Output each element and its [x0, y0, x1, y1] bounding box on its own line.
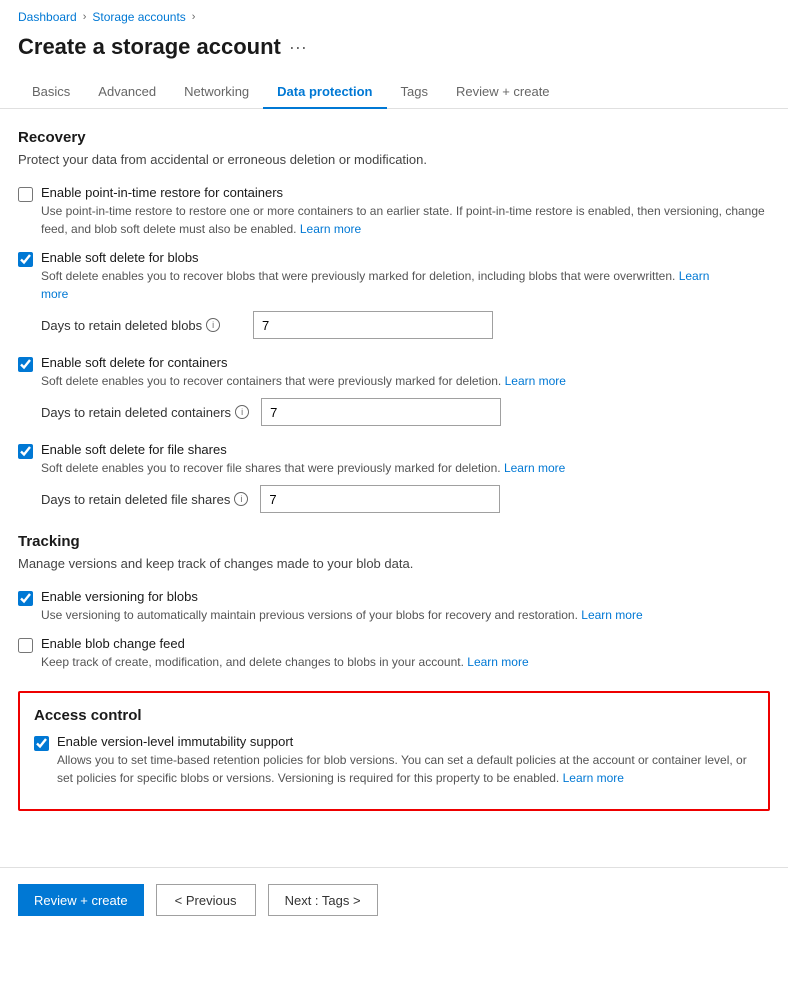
immutability-row: Enable version-level immutability suppor… [34, 734, 754, 787]
soft-delete-containers-desc: Soft delete enables you to recover conta… [41, 372, 566, 390]
footer: Review + create < Previous Next : Tags > [0, 867, 788, 932]
breadcrumb-sep1: › [83, 11, 87, 23]
page-title: Create a storage account [18, 34, 281, 60]
immutability-checkbox[interactable] [34, 736, 49, 751]
recovery-desc: Protect your data from accidental or err… [18, 152, 770, 167]
soft-delete-file-shares-checkbox[interactable] [18, 444, 33, 459]
change-feed-checkbox[interactable] [18, 638, 33, 653]
blobs-retention-label: Days to retain deleted blobs i [41, 318, 241, 333]
soft-delete-file-shares-label[interactable]: Enable soft delete for file shares [41, 442, 227, 457]
versioning-checkbox[interactable] [18, 591, 33, 606]
soft-delete-file-shares-desc: Soft delete enables you to recover file … [41, 459, 565, 477]
tab-data-protection[interactable]: Data protection [263, 76, 386, 109]
file-shares-retention-label: Days to retain deleted file shares i [41, 492, 248, 507]
containers-retention-input[interactable] [261, 398, 501, 426]
recovery-title: Recovery [18, 129, 770, 146]
immutability-learn-more[interactable]: Learn more [563, 771, 624, 785]
previous-button[interactable]: < Previous [156, 884, 256, 916]
access-control-section: Access control Enable version-level immu… [18, 691, 770, 811]
soft-delete-containers-checkbox[interactable] [18, 357, 33, 372]
point-in-time-checkbox[interactable] [18, 187, 33, 202]
versioning-row: Enable versioning for blobs Use versioni… [18, 589, 770, 624]
blobs-retention-info-icon[interactable]: i [206, 318, 220, 332]
versioning-desc: Use versioning to automatically maintain… [41, 606, 643, 624]
containers-retention-label: Days to retain deleted containers i [41, 405, 249, 420]
soft-delete-blobs-row: Enable soft delete for blobs Soft delete… [18, 250, 770, 303]
tracking-section: Tracking Manage versions and keep track … [18, 533, 770, 671]
containers-retention-row: Days to retain deleted containers i [41, 398, 770, 426]
tab-networking[interactable]: Networking [170, 76, 263, 109]
page-title-row: Create a storage account ··· [0, 30, 788, 76]
point-in-time-label[interactable]: Enable point-in-time restore for contain… [41, 185, 283, 200]
change-feed-desc: Keep track of create, modification, and … [41, 653, 529, 671]
tab-basics[interactable]: Basics [18, 76, 84, 109]
tracking-desc: Manage versions and keep track of change… [18, 556, 770, 571]
blobs-retention-row: Days to retain deleted blobs i [41, 311, 770, 339]
file-shares-retention-row: Days to retain deleted file shares i [41, 485, 770, 513]
versioning-learn-more[interactable]: Learn more [581, 608, 642, 622]
breadcrumb: Dashboard › Storage accounts › [0, 0, 788, 30]
breadcrumb-storage-accounts[interactable]: Storage accounts [92, 10, 185, 24]
review-create-button[interactable]: Review + create [18, 884, 144, 916]
change-feed-label[interactable]: Enable blob change feed [41, 636, 185, 651]
change-feed-row: Enable blob change feed Keep track of cr… [18, 636, 770, 671]
soft-delete-blobs-learn-more2[interactable]: more [41, 287, 68, 301]
breadcrumb-sep2: › [192, 11, 196, 23]
soft-delete-containers-label[interactable]: Enable soft delete for containers [41, 355, 227, 370]
main-content: Recovery Protect your data from accident… [0, 109, 788, 847]
soft-delete-containers-row: Enable soft delete for containers Soft d… [18, 355, 770, 390]
soft-delete-file-shares-learn-more[interactable]: Learn more [504, 461, 565, 475]
tracking-title: Tracking [18, 533, 770, 550]
tab-bar: Basics Advanced Networking Data protecti… [0, 76, 788, 109]
tab-tags[interactable]: Tags [387, 76, 442, 109]
tab-advanced[interactable]: Advanced [84, 76, 170, 109]
immutability-label[interactable]: Enable version-level immutability suppor… [57, 734, 293, 749]
file-shares-retention-info-icon[interactable]: i [234, 492, 248, 506]
tab-review-create[interactable]: Review + create [442, 76, 564, 109]
versioning-label[interactable]: Enable versioning for blobs [41, 589, 198, 604]
soft-delete-containers-learn-more[interactable]: Learn more [505, 374, 566, 388]
next-button[interactable]: Next : Tags > [268, 884, 378, 916]
change-feed-learn-more[interactable]: Learn more [467, 655, 528, 669]
file-shares-retention-input[interactable] [260, 485, 500, 513]
page-options-icon[interactable]: ··· [289, 37, 307, 58]
soft-delete-file-shares-row: Enable soft delete for file shares Soft … [18, 442, 770, 477]
breadcrumb-dashboard[interactable]: Dashboard [18, 10, 77, 24]
point-in-time-desc: Use point-in-time restore to restore one… [41, 202, 770, 238]
containers-retention-info-icon[interactable]: i [235, 405, 249, 419]
point-in-time-row: Enable point-in-time restore for contain… [18, 185, 770, 238]
immutability-desc: Allows you to set time-based retention p… [57, 751, 754, 787]
soft-delete-blobs-checkbox[interactable] [18, 252, 33, 267]
soft-delete-blobs-label[interactable]: Enable soft delete for blobs [41, 250, 199, 265]
soft-delete-blobs-desc: Soft delete enables you to recover blobs… [41, 267, 709, 303]
recovery-section: Recovery Protect your data from accident… [18, 129, 770, 513]
soft-delete-blobs-learn-more[interactable]: Learn [679, 269, 710, 283]
blobs-retention-input[interactable] [253, 311, 493, 339]
access-control-title: Access control [34, 707, 754, 724]
point-in-time-learn-more[interactable]: Learn more [300, 222, 361, 236]
